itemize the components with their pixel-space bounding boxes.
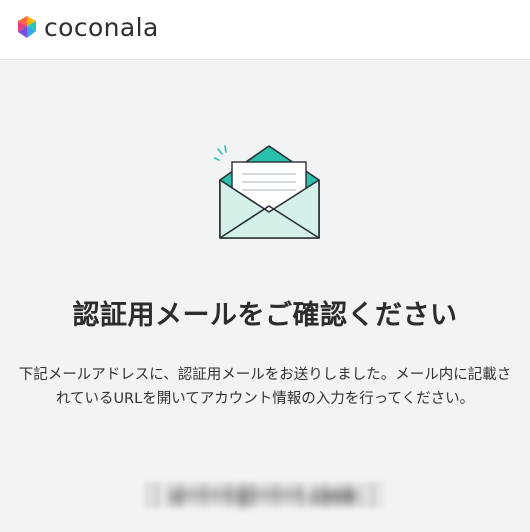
sent-email-address: s••••@••••.com (169, 483, 359, 507)
brand-name: coconala (44, 13, 159, 42)
coconala-logo-icon (18, 16, 36, 38)
page-title: 認証用メールをご確認ください (72, 300, 458, 331)
site-header: coconala (0, 0, 530, 60)
confirmation-message: 下記メールアドレスに、認証用メールをお送りしました。メール内に記載されているUR… (18, 367, 512, 407)
coconala-logo-link[interactable]: coconala (14, 13, 159, 43)
open-envelope-with-letter-icon (214, 145, 320, 239)
